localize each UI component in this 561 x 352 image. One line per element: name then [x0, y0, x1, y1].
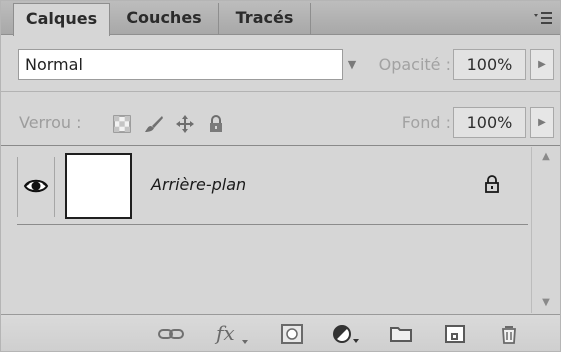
- layers-toolbar: fx: [1, 315, 560, 351]
- layer-style-icon[interactable]: fx: [216, 323, 248, 345]
- fill-field[interactable]: 100%: [453, 107, 526, 138]
- blend-mode-select[interactable]: Normal: [18, 49, 343, 80]
- fx-label: fx: [216, 321, 235, 345]
- layer-name[interactable]: Arrière-plan: [151, 173, 246, 197]
- divider: [1, 91, 560, 92]
- chevron-down-icon[interactable]: ▼: [341, 49, 363, 80]
- lock-image-pixels-icon[interactable]: [143, 114, 163, 134]
- lock-transparent-pixels-icon[interactable]: [112, 114, 132, 134]
- lock-label: Verrou :: [19, 113, 82, 132]
- add-mask-icon[interactable]: [280, 323, 308, 345]
- lock-icon: [485, 175, 499, 193]
- panel-tab-bar: Calques Couches Tracés: [1, 1, 560, 36]
- opacity-slider-button[interactable]: ▶: [530, 49, 554, 80]
- tab-traces[interactable]: Tracés: [219, 3, 311, 35]
- layer-row[interactable]: Arrière-plan: [17, 149, 528, 225]
- lock-position-icon[interactable]: [175, 114, 195, 134]
- fill-label: Fond :: [401, 113, 451, 132]
- layer-visibility-toggle[interactable]: [17, 157, 55, 217]
- delete-layer-icon[interactable]: [495, 323, 523, 345]
- new-layer-icon[interactable]: [441, 323, 469, 345]
- panel-menu-icon[interactable]: [532, 9, 554, 27]
- scroll-down-icon[interactable]: ▼: [532, 293, 560, 313]
- tab-calques[interactable]: Calques: [13, 3, 110, 36]
- opacity-field[interactable]: 100%: [453, 49, 526, 80]
- divider: [1, 145, 560, 146]
- link-layers-icon[interactable]: [157, 323, 185, 345]
- layers-panel: Calques Couches Tracés Normal ▼ Opacité …: [0, 0, 561, 352]
- opacity-label: Opacité :: [378, 55, 451, 74]
- fill-slider-button[interactable]: ▶: [530, 107, 554, 138]
- tab-couches[interactable]: Couches: [110, 3, 219, 35]
- lock-all-icon[interactable]: [206, 114, 226, 134]
- new-group-icon[interactable]: [387, 323, 415, 345]
- layers-scrollbar[interactable]: ▲ ▼: [531, 147, 560, 313]
- adjustment-layer-icon[interactable]: [331, 323, 365, 345]
- eye-icon: [23, 179, 49, 193]
- layer-thumbnail[interactable]: [65, 153, 132, 219]
- scroll-up-icon[interactable]: ▲: [532, 147, 560, 167]
